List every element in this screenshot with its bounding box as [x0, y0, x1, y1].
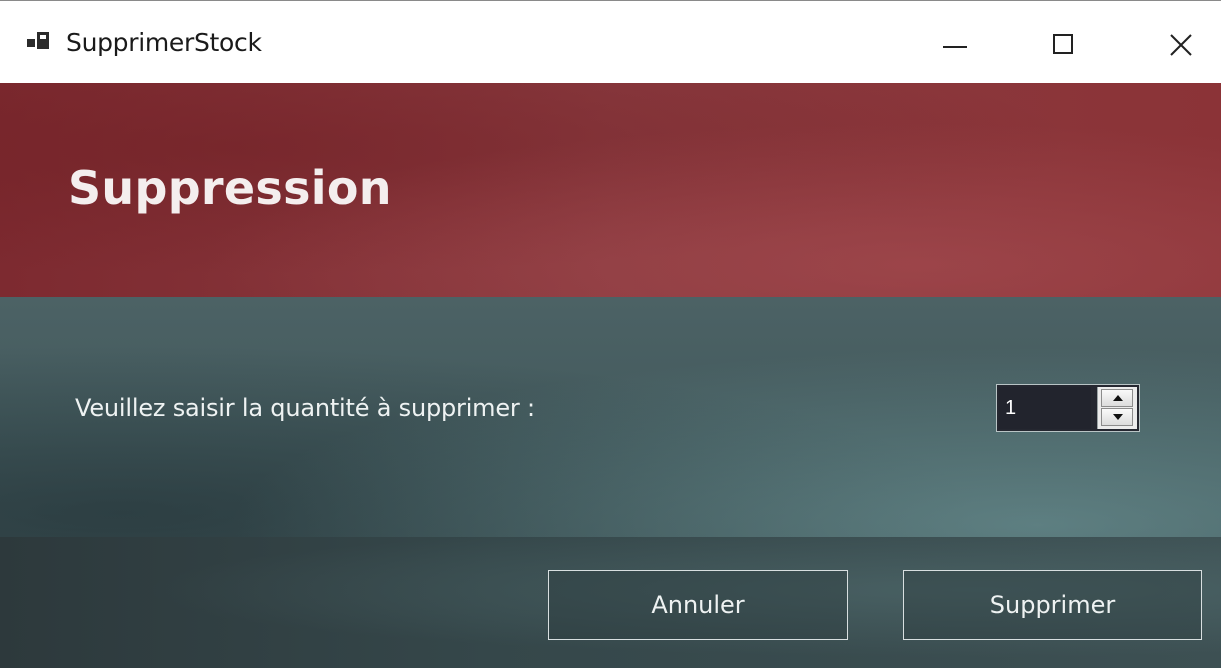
supprimer-stock-window: SupprimerStock Suppression Veuillez sais…	[0, 0, 1221, 668]
page-title: Suppression	[68, 161, 392, 215]
minimize-icon	[943, 46, 967, 48]
quantity-stepper[interactable]	[996, 384, 1140, 432]
maximize-button[interactable]	[1031, 1, 1097, 83]
footer-panel: Annuler Supprimer	[0, 537, 1221, 668]
stepper-buttons	[1097, 387, 1137, 429]
close-icon	[1170, 34, 1192, 56]
window-title: SupprimerStock	[66, 28, 262, 57]
stepper-down-arrow-icon[interactable]	[1101, 408, 1133, 426]
quantity-label: Veuillez saisir la quantité à supprimer …	[75, 394, 535, 422]
maximize-icon	[1053, 34, 1073, 54]
delete-button[interactable]: Supprimer	[903, 570, 1202, 640]
title-bar[interactable]: SupprimerStock	[0, 1, 1221, 83]
app-icon	[27, 32, 49, 52]
cancel-button[interactable]: Annuler	[548, 570, 848, 640]
quantity-input[interactable]	[999, 387, 1091, 429]
content-panel: Veuillez saisir la quantité à supprimer …	[0, 297, 1221, 537]
header-banner: Suppression	[0, 83, 1221, 297]
minimize-button[interactable]	[922, 1, 988, 83]
stepper-up-arrow-icon[interactable]	[1101, 389, 1133, 407]
close-button[interactable]	[1148, 1, 1214, 83]
